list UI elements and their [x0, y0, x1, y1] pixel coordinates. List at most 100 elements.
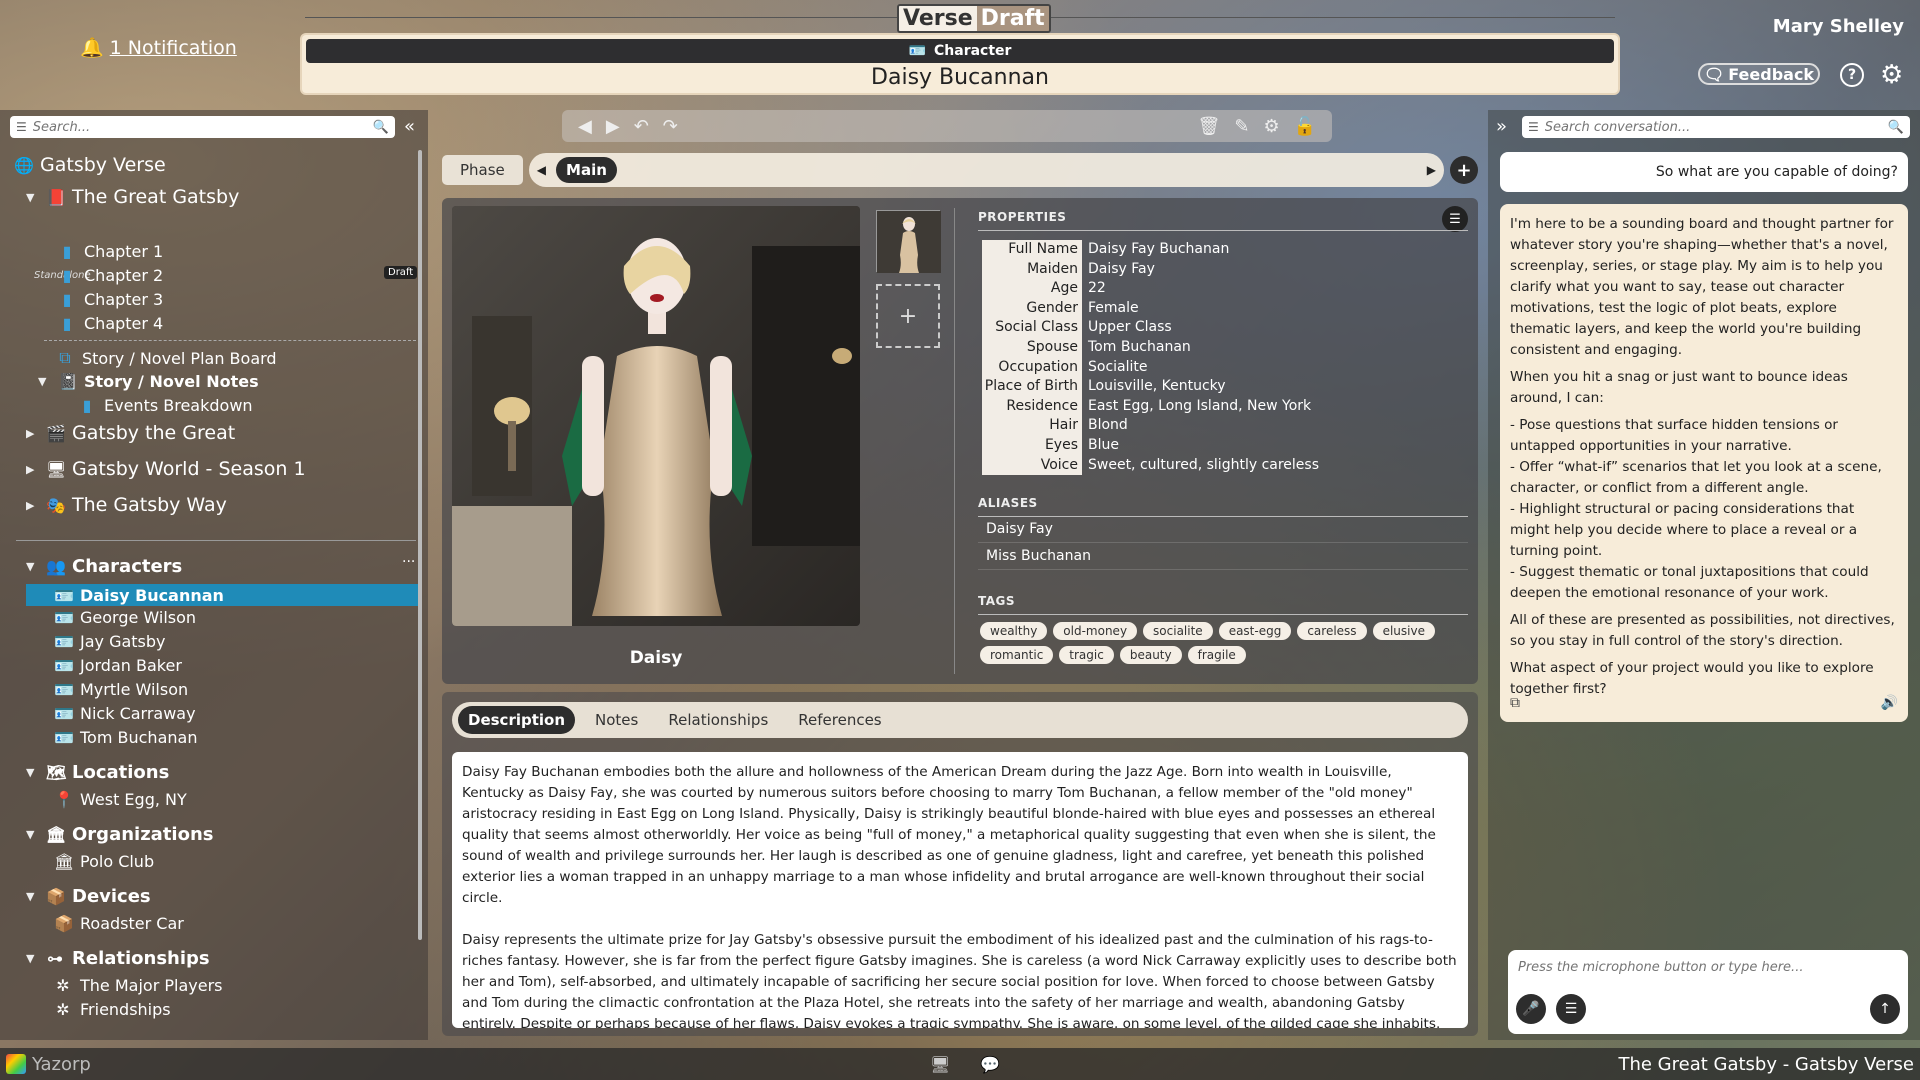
tree-story-notes[interactable]: ▼ 📓 Story / Novel Notes: [38, 372, 259, 391]
collapse-sidebar-icon[interactable]: «: [404, 116, 415, 137]
tree-chapter-3[interactable]: ▮ Chapter 3: [58, 290, 164, 309]
organization-item[interactable]: 🏛 Polo Club: [54, 852, 154, 871]
tab-description[interactable]: Description: [458, 706, 576, 734]
sidebar-search-input[interactable]: [32, 119, 367, 135]
tag-chip[interactable]: old-money: [1053, 622, 1138, 640]
portrait-thumbnail[interactable]: [876, 210, 941, 273]
search-icon[interactable]: 🔍: [373, 120, 389, 135]
undo-icon[interactable]: ↶: [634, 116, 649, 137]
add-phase-button[interactable]: +: [1450, 156, 1478, 184]
feedback-button[interactable]: 🗨 Feedback: [1698, 63, 1820, 85]
property-row[interactable]: Gender Female: [982, 298, 1319, 319]
property-value[interactable]: Blue: [1082, 436, 1119, 456]
tree-chapter-2[interactable]: ▮ Chapter 2: [58, 266, 164, 285]
tree-project-gatsby-the-great[interactable]: ▶ 🎬 Gatsby the Great: [26, 422, 235, 444]
tag-chip[interactable]: east-egg: [1218, 622, 1292, 640]
back-icon[interactable]: ◀: [578, 116, 592, 137]
property-value[interactable]: Female: [1082, 299, 1139, 319]
copy-icon[interactable]: ⧉: [1510, 693, 1520, 714]
tree-project-gatsby-world[interactable]: ▶ 🖥 Gatsby World - Season 1: [26, 458, 306, 480]
tag-chip[interactable]: elusive: [1372, 622, 1435, 640]
property-value[interactable]: Blond: [1082, 416, 1128, 436]
conversation-search-input[interactable]: [1544, 119, 1882, 135]
tree-project-gatsby-way[interactable]: ▶ 🎭 The Gatsby Way: [26, 494, 227, 516]
user-name[interactable]: Mary Shelley: [1773, 16, 1904, 37]
character-item[interactable]: 🪪 Jordan Baker: [54, 656, 182, 675]
tree-verse[interactable]: 🌐 Gatsby Verse: [14, 154, 166, 176]
section-relationships[interactable]: ▼ ⊶ Relationships: [26, 948, 210, 969]
section-devices[interactable]: ▼ 📦 Devices: [26, 886, 151, 907]
property-row[interactable]: Age 22: [982, 279, 1319, 299]
list-settings-icon[interactable]: ☰: [1442, 206, 1468, 232]
property-row[interactable]: Spouse Tom Buchanan: [982, 337, 1319, 358]
tab-notes[interactable]: Notes: [585, 706, 648, 734]
filter-icon[interactable]: ☰: [1528, 120, 1539, 134]
location-item[interactable]: 📍 West Egg, NY: [54, 790, 187, 809]
sidebar-search[interactable]: ☰ 🔍: [10, 116, 395, 138]
property-row[interactable]: Social Class Upper Class: [982, 318, 1319, 338]
property-row[interactable]: Voice Sweet, cultured, slightly careless: [982, 455, 1319, 476]
tree-plan-board[interactable]: ⧉ Story / Novel Plan Board: [56, 348, 276, 368]
tab-references[interactable]: References: [788, 706, 891, 734]
caret-down-icon[interactable]: ▼: [26, 890, 38, 903]
tag-chip[interactable]: wealthy: [980, 622, 1048, 640]
conversation-search[interactable]: ☰ 🔍: [1522, 116, 1910, 138]
tab-relationships[interactable]: Relationships: [658, 706, 778, 734]
property-row[interactable]: Full Name Daisy Fay Buchanan: [982, 240, 1319, 260]
property-row[interactable]: Maiden NameDaisy Fay: [982, 259, 1319, 296]
property-row[interactable]: Occupation Socialite: [982, 357, 1319, 378]
notification-link[interactable]: 🔔 1 Notification: [80, 36, 237, 60]
page-title[interactable]: Daisy Bucannan: [302, 65, 1618, 90]
caret-down-icon[interactable]: ▼: [26, 766, 38, 779]
tree-chapter-1[interactable]: ▮ Chapter 1: [58, 242, 164, 261]
speaker-icon[interactable]: 🔊: [1881, 693, 1898, 714]
tree-events-breakdown[interactable]: ▮ Events Breakdown: [78, 396, 253, 415]
tag-chip[interactable]: fragile: [1187, 646, 1246, 664]
unlock-icon[interactable]: 🔓: [1294, 116, 1316, 137]
property-value[interactable]: Tom Buchanan: [1082, 338, 1191, 358]
caret-right-icon[interactable]: ▶: [26, 427, 38, 440]
property-row[interactable]: Hair Blond: [982, 416, 1319, 436]
property-value[interactable]: 22: [1082, 279, 1106, 299]
section-organizations[interactable]: ▼ 🏛 Organizations: [26, 824, 214, 845]
sidebar-scrollbar[interactable]: [418, 150, 422, 940]
edit-file-icon[interactable]: ✎: [1234, 116, 1249, 137]
chat-input[interactable]: [1518, 960, 1898, 982]
microphone-icon[interactable]: 🎤: [1516, 994, 1546, 1024]
tag-chip[interactable]: romantic: [980, 646, 1054, 664]
search-icon[interactable]: 🔍: [1888, 120, 1904, 135]
expand-panel-icon[interactable]: »: [1496, 116, 1507, 137]
character-item-daisy[interactable]: 🪪 Daisy Bucannan: [26, 584, 418, 606]
property-value[interactable]: Socialite: [1082, 358, 1148, 378]
redo-icon[interactable]: ↷: [663, 116, 678, 137]
trash-icon[interactable]: 🗑: [1197, 116, 1220, 137]
caret-right-icon[interactable]: ▶: [26, 499, 38, 512]
chat-bubble-icon[interactable]: 💬: [980, 1055, 1000, 1074]
property-row[interactable]: Residence East Egg, Long Island, New York: [982, 396, 1319, 417]
property-row[interactable]: Place of Birth Louisville, Kentucky: [982, 377, 1319, 397]
tag-chip[interactable]: careless: [1297, 622, 1367, 640]
caret-down-icon[interactable]: ▼: [26, 191, 38, 204]
more-options-icon[interactable]: ···: [402, 554, 415, 570]
tag-chip[interactable]: tragic: [1059, 646, 1114, 664]
send-icon[interactable]: ↑: [1870, 994, 1900, 1024]
phase-main-chip[interactable]: Main: [556, 157, 617, 183]
device-item[interactable]: 📦 Roadster Car: [54, 914, 184, 933]
add-image-button[interactable]: +: [876, 284, 940, 348]
property-value[interactable]: East Egg, Long Island, New York: [1082, 397, 1311, 417]
description-editor[interactable]: Daisy Fay Buchanan embodies both the all…: [452, 752, 1468, 1028]
help-button[interactable]: ?: [1840, 63, 1864, 87]
property-value[interactable]: Daisy Fay: [1082, 260, 1155, 280]
property-value[interactable]: Daisy Fay Buchanan: [1082, 240, 1229, 260]
caret-right-icon[interactable]: ▶: [26, 463, 38, 476]
character-item[interactable]: 🪪 Myrtle Wilson: [54, 680, 188, 699]
list-icon[interactable]: ☰: [1556, 994, 1586, 1024]
section-characters[interactable]: ▼ 👥 Characters: [26, 556, 182, 577]
character-item[interactable]: 🪪 Tom Buchanan: [54, 728, 197, 747]
property-value[interactable]: Louisville, Kentucky: [1082, 377, 1226, 397]
phase-next-icon[interactable]: ▶: [1427, 163, 1436, 177]
property-value[interactable]: Upper Class: [1082, 318, 1172, 338]
filter-icon[interactable]: ☰: [16, 120, 27, 134]
file-settings-icon[interactable]: ⚙: [1263, 116, 1279, 137]
caret-down-icon[interactable]: ▼: [38, 375, 50, 388]
